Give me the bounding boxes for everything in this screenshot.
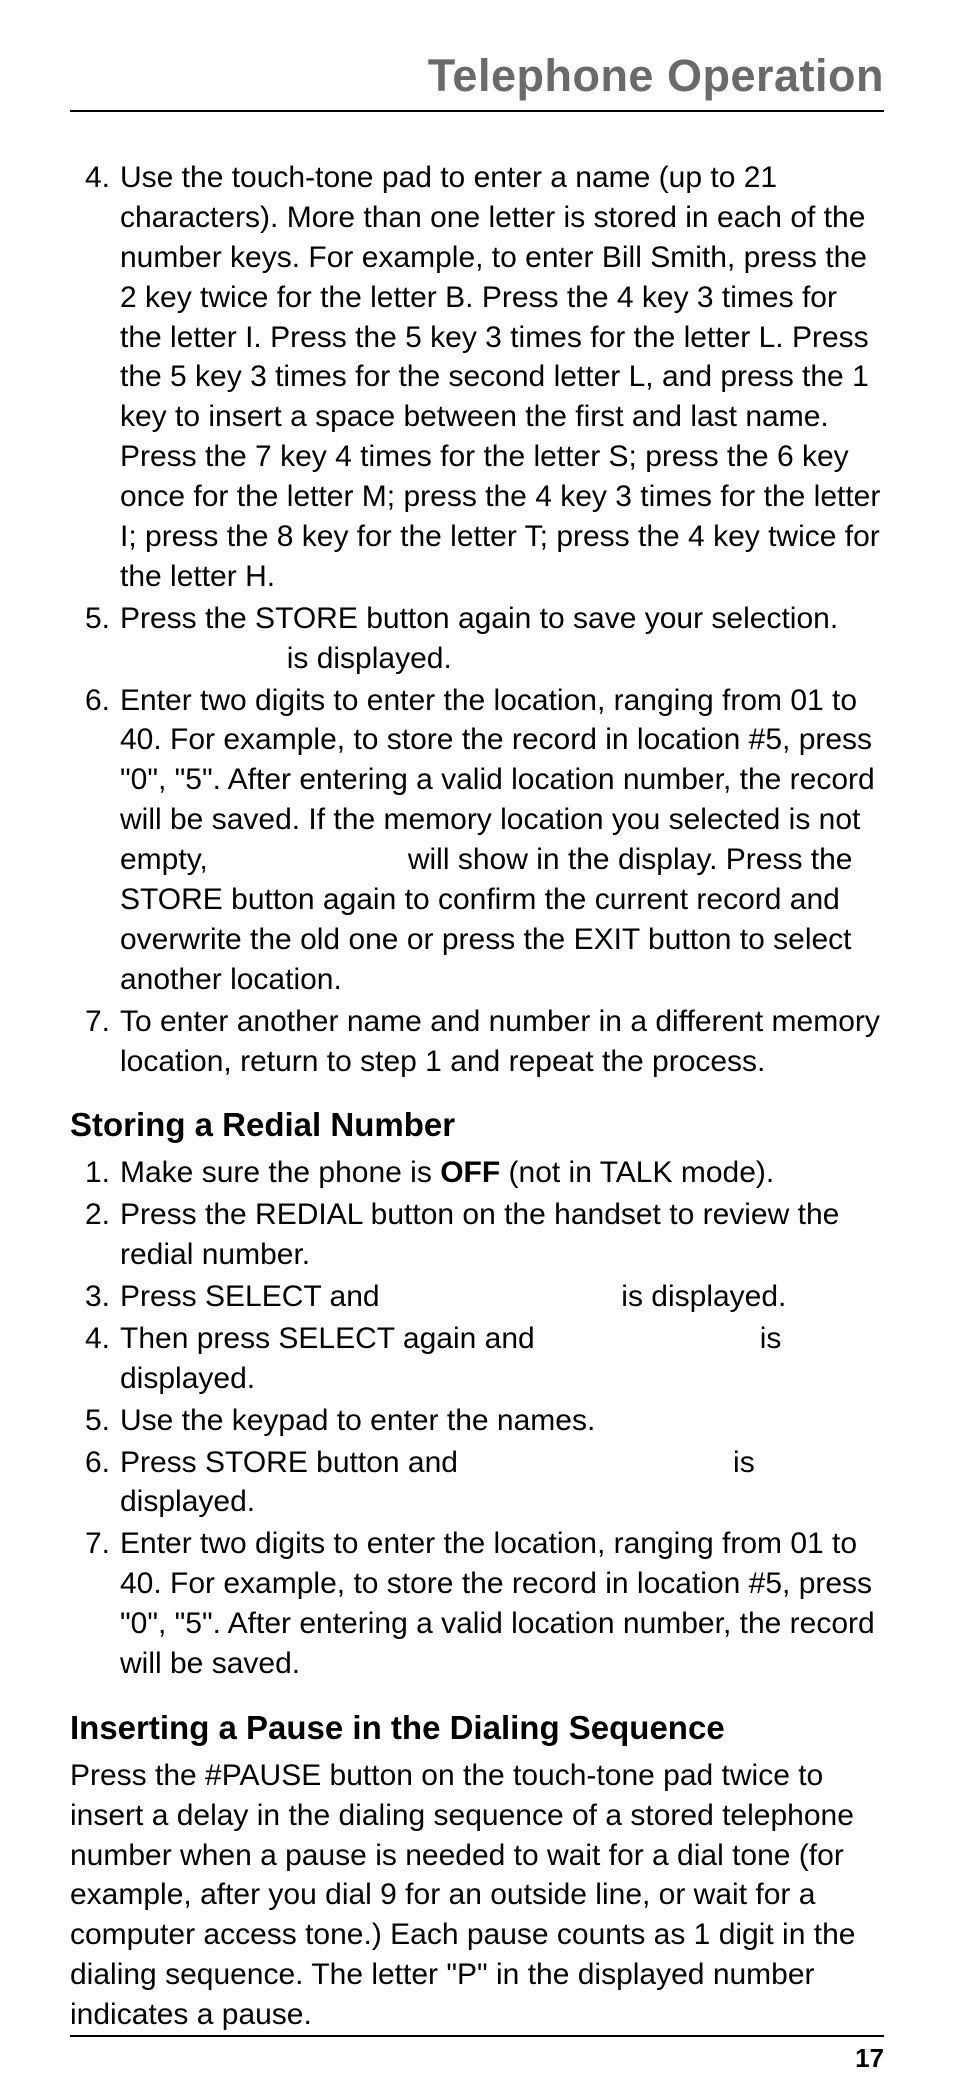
item-text: Press SELECT and is displayed. — [120, 1280, 786, 1313]
list-item: 2. Press the REDIAL button on the handse… — [70, 1195, 884, 1275]
list-item: 4. Then press SELECT again and is displa… — [70, 1319, 884, 1399]
item-text: To enter another name and number in a di… — [120, 1005, 880, 1078]
page-title: Telephone Operation — [70, 50, 884, 112]
continued-list: 4. Use the touch-tone pad to enter a nam… — [70, 158, 884, 1081]
page: Telephone Operation 4. Use the touch-ton… — [0, 0, 954, 2088]
item-text: Press STORE button and is displayed. — [120, 1446, 755, 1519]
item-text: Enter two digits to enter the location, … — [120, 1527, 875, 1680]
item-number: 6. — [70, 681, 110, 721]
item-text: Then press SELECT again and is displayed… — [120, 1322, 781, 1395]
redial-list: 1. Make sure the phone is OFF (not in TA… — [70, 1153, 884, 1684]
item-text: Enter two digits to enter the location, … — [120, 684, 875, 996]
list-item: 4. Use the touch-tone pad to enter a nam… — [70, 158, 884, 597]
item-text: Use the keypad to enter the names. — [120, 1404, 595, 1437]
list-item: 7. To enter another name and number in a… — [70, 1002, 884, 1082]
item-number: 1. — [70, 1153, 110, 1193]
item-text: Make sure the phone is OFF (not in TALK … — [120, 1156, 774, 1189]
item-text: Use the touch-tone pad to enter a name (… — [120, 161, 880, 593]
list-item: 5. Press the STORE button again to save … — [70, 599, 884, 679]
list-item: 6. Enter two digits to enter the locatio… — [70, 681, 884, 1000]
page-number: 17 — [855, 2043, 884, 2073]
item-number: 5. — [70, 599, 110, 639]
content-area: 4. Use the touch-tone pad to enter a nam… — [70, 158, 884, 2035]
item-number: 7. — [70, 1524, 110, 1564]
list-item: 6. Press STORE button and is displayed. — [70, 1443, 884, 1523]
item-number: 2. — [70, 1195, 110, 1235]
list-item: 3. Press SELECT and is displayed. — [70, 1277, 884, 1317]
item-number: 6. — [70, 1443, 110, 1483]
list-item: 7. Enter two digits to enter the locatio… — [70, 1524, 884, 1684]
item-number: 5. — [70, 1401, 110, 1441]
page-footer: 17 — [70, 2035, 884, 2074]
item-number: 3. — [70, 1277, 110, 1317]
pause-paragraph: Press the #PAUSE button on the touch-ton… — [70, 1756, 884, 2035]
item-number: 4. — [70, 158, 110, 198]
item-text: Press the STORE button again to save you… — [120, 602, 838, 675]
item-number: 4. — [70, 1319, 110, 1359]
section-heading-redial: Storing a Redial Number — [70, 1103, 884, 1147]
item-text: Press the REDIAL button on the handset t… — [120, 1198, 839, 1271]
section-heading-pause: Inserting a Pause in the Dialing Sequenc… — [70, 1706, 884, 1750]
list-item: 1. Make sure the phone is OFF (not in TA… — [70, 1153, 884, 1193]
item-number: 7. — [70, 1002, 110, 1042]
list-item: 5. Use the keypad to enter the names. — [70, 1401, 884, 1441]
